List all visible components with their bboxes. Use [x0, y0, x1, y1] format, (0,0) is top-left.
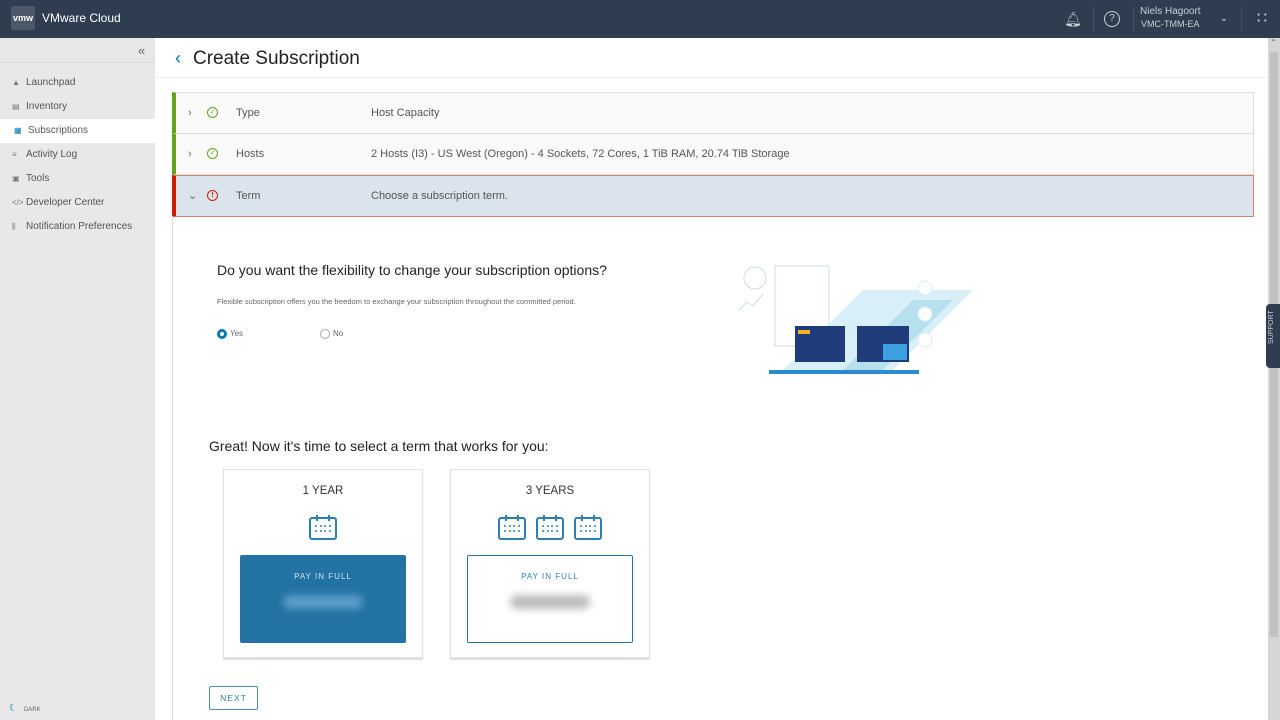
collapse-sidebar-icon[interactable]: « — [138, 43, 145, 58]
moon-icon: ☾ — [9, 703, 18, 714]
sidebar-item-label: Activity Log — [26, 149, 78, 160]
sidebar-item-label: Inventory — [26, 101, 68, 112]
scrollbar[interactable]: ⌃ — [1268, 38, 1280, 720]
calendar-icon — [497, 515, 526, 540]
rocket-icon: ▲ — [12, 78, 20, 87]
term-card-1-year[interactable]: 1 YEAR PAY IN FULL — [223, 469, 423, 658]
flexibility-question: Do you want the flexibility to change yo… — [217, 262, 607, 278]
term-title: 1 YEAR — [302, 485, 344, 497]
step-value: Choose a subscription term. — [371, 190, 508, 202]
page-header: ‹ Create Subscription — [155, 38, 1268, 78]
term-card-3-years[interactable]: 3 YEARS PAY IN FULL — [450, 469, 650, 658]
chevron-right-icon: › — [188, 147, 192, 160]
radio-label: No — [333, 329, 344, 339]
pay-label: PAY IN FULL — [294, 572, 352, 581]
dark-mode-toggle[interactable]: ☾ DARK — [9, 703, 41, 714]
radio-yes[interactable]: Yes — [217, 329, 243, 339]
term-heading: Great! Now it's time to select a term th… — [209, 438, 549, 454]
app-title[interactable]: VMware Cloud — [42, 11, 121, 25]
step-value: Host Capacity — [371, 107, 440, 119]
sidebar-item-notification-preferences[interactable]: ⫼ Notification Preferences — [0, 215, 155, 239]
back-chevron-icon[interactable]: ‹ — [175, 48, 181, 69]
redacted-price — [510, 595, 590, 609]
bell-icon[interactable]: 🔔︎ — [1064, 10, 1082, 28]
sidebar-item-tools[interactable]: ▣ Tools — [0, 167, 155, 191]
list-icon: ≡ — [12, 150, 17, 159]
divider — [1093, 6, 1094, 32]
radio-label: Yes — [230, 329, 244, 339]
step-label: Term — [236, 190, 261, 202]
sidebar-item-label: Launchpad — [26, 77, 76, 88]
step-type[interactable]: › ✓ Type Host Capacity — [172, 92, 1254, 134]
wizard-steps: › ✓ Type Host Capacity › ✓ Hosts 2 Hosts… — [172, 92, 1254, 217]
help-icon[interactable]: ? — [1104, 11, 1120, 27]
step-label: Hosts — [236, 147, 265, 160]
calendar-icon: ▦ — [14, 126, 22, 135]
divider — [1241, 6, 1242, 32]
chevron-right-icon: › — [188, 107, 192, 119]
toolbox-icon: ▣ — [12, 174, 20, 183]
pay-label: PAY IN FULL — [521, 572, 579, 581]
radio-circle[interactable] — [320, 329, 330, 339]
check-circle-icon: ✓ — [207, 147, 218, 159]
sidebar-item-label: Notification Preferences — [26, 221, 133, 232]
step-term[interactable]: ⌄ ! Term Choose a subscription term. — [172, 175, 1254, 217]
user-menu[interactable]: Niels Hagoort VMC-TMM-EA — [1140, 5, 1201, 31]
dark-mode-label: DARK — [23, 707, 41, 713]
check-circle-icon: ✓ — [207, 107, 218, 118]
next-button[interactable]: NEXT — [209, 686, 258, 710]
step-label: Type — [236, 107, 260, 119]
term-panel: Do you want the flexibility to change yo… — [172, 216, 1254, 720]
page-title: Create Subscription — [193, 48, 360, 69]
code-icon: </> — [12, 198, 24, 207]
sliders-icon: ⫼ — [12, 222, 16, 231]
pay-in-full-option[interactable]: PAY IN FULL — [467, 555, 633, 643]
chevron-down-icon: ⌄ — [188, 190, 198, 202]
chevron-down-icon[interactable]: ⌄ — [1215, 10, 1233, 28]
step-value: 2 Hosts (I3) - US West (Oregon) - 4 Sock… — [371, 147, 790, 160]
calendar-icon — [536, 515, 564, 540]
sidebar-item-developer-center[interactable]: </> Developer Center — [0, 191, 155, 215]
divider — [1133, 6, 1134, 32]
flexibility-description: Flexible subscription offers you the fre… — [217, 297, 576, 306]
inventory-icon: ▤ — [12, 102, 20, 111]
pay-in-full-option[interactable]: PAY IN FULL — [240, 555, 406, 643]
apps-grid-icon[interactable]: ∷ — [1252, 10, 1270, 28]
calendar-icon — [574, 515, 603, 540]
support-tab[interactable]: SUPPORT — [1266, 304, 1280, 368]
calendar-icon — [309, 515, 337, 540]
radio-circle[interactable] — [217, 329, 227, 339]
vmware-logo[interactable]: vmw — [11, 6, 35, 30]
scroll-up-icon[interactable]: ⌃ — [1270, 38, 1277, 47]
sidebar-item-label: Subscriptions — [28, 125, 89, 136]
sidebar-item-activity-log[interactable]: ≡ Activity Log — [0, 143, 155, 167]
sidebar-item-inventory[interactable]: ▤ Inventory — [0, 95, 155, 119]
sidebar: « ▲ Launchpad ▤ Inventory ▦ Subscriptions ≡… — [0, 38, 155, 720]
step-hosts[interactable]: › ✓ Hosts 2 Hosts (I3) - US West (Oregon… — [172, 133, 1254, 175]
divider — [0, 62, 155, 63]
error-circle-icon: ! — [207, 190, 218, 201]
term-title: 3 YEARS — [525, 485, 575, 497]
org-name: VMC-TMM-EA — [1141, 19, 1200, 29]
sidebar-item-subscriptions[interactable]: ▦ Subscriptions — [0, 119, 155, 143]
radio-no[interactable]: No — [320, 329, 343, 339]
redacted-price — [283, 595, 363, 609]
sidebar-item-label: Developer Center — [26, 197, 105, 208]
top-header: vmw VMware Cloud 🔔︎ ? Niels Hagoort VMC-… — [0, 0, 1280, 38]
support-label: SUPPORT — [1268, 310, 1275, 344]
user-name: Niels Hagoort — [1140, 6, 1201, 17]
sidebar-item-label: Tools — [26, 173, 50, 184]
sidebar-item-launchpad[interactable]: ▲ Launchpad — [0, 71, 155, 95]
subscription-illustration — [738, 265, 973, 374]
